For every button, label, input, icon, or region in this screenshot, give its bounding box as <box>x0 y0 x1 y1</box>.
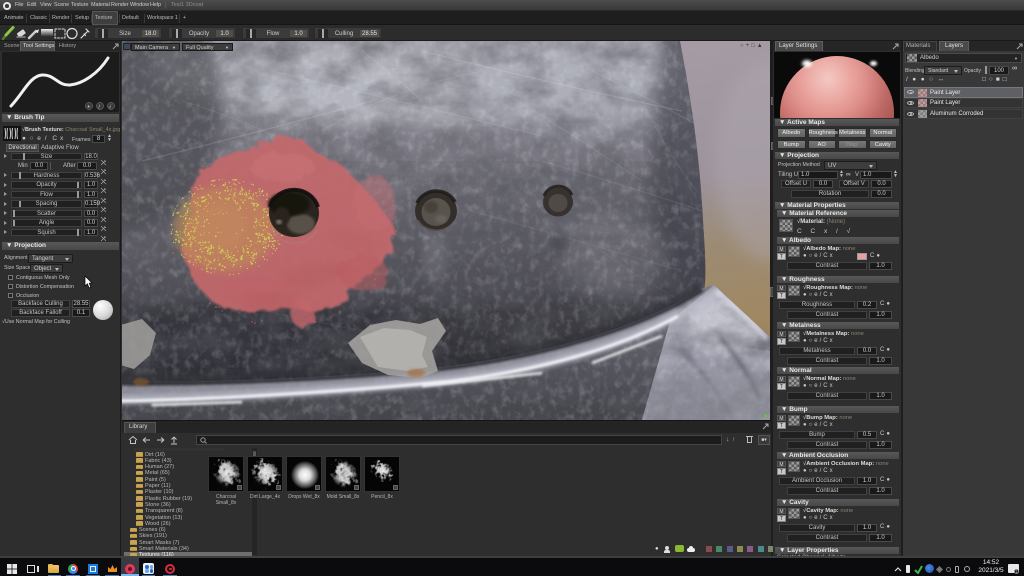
svg-text:+: + <box>87 105 91 111</box>
svg-text:√: √ <box>109 104 112 111</box>
